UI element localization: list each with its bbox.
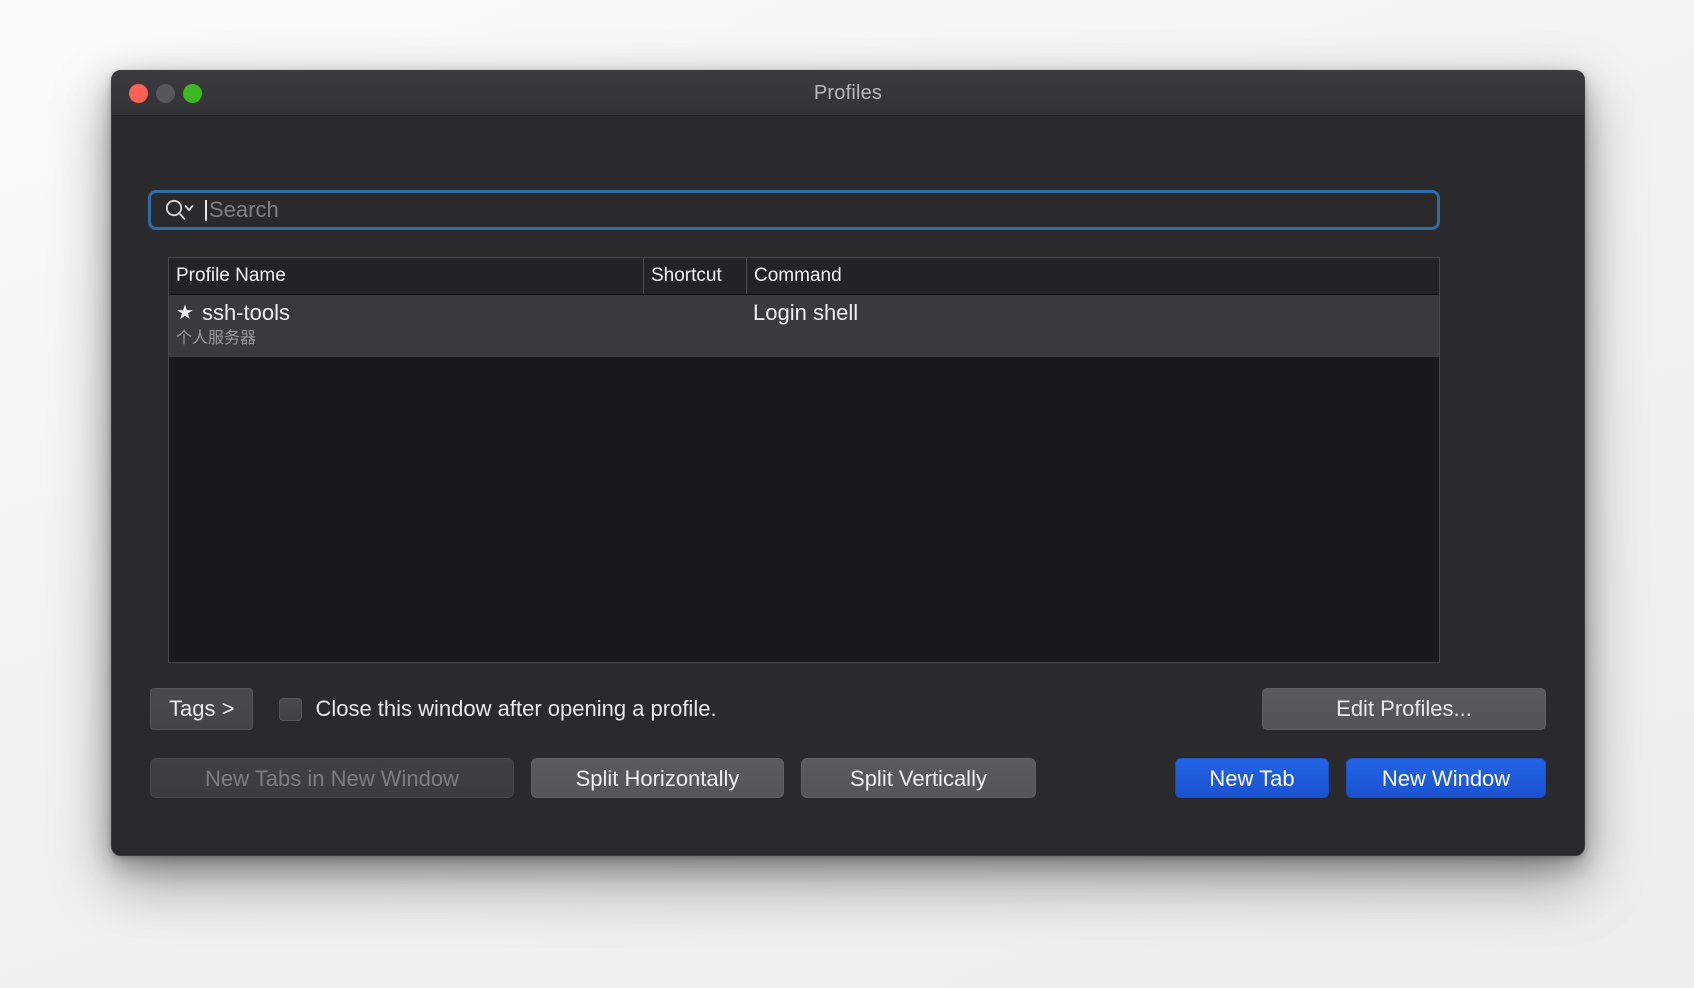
column-header-shortcut[interactable]: Shortcut [643,258,746,294]
text-cursor [205,199,207,221]
window-title: Profiles [813,81,883,104]
star-icon: ★ [176,302,194,324]
options-row: Tags > Close this window after opening a… [150,687,1546,731]
profiles-table: Profile Name Shortcut Command ★ ssh-tool… [168,257,1440,663]
window-titlebar: Profiles [112,71,1584,116]
profiles-window: Profiles Search Profile Name Shortcut Co… [111,70,1585,856]
table-row[interactable]: ★ ssh-tools 个人服务器 Login shell [169,295,1439,357]
table-body: ★ ssh-tools 个人服务器 Login shell [169,295,1439,662]
window-content: Search Profile Name Shortcut Command ★ s… [112,116,1584,855]
search-placeholder: Search [209,197,279,222]
split-horizontally-button[interactable]: Split Horizontally [531,758,784,798]
search-icon[interactable] [163,197,197,223]
action-buttons-bar: New Tabs in New Window Split Horizontall… [150,756,1546,800]
new-window-button[interactable]: New Window [1346,758,1546,798]
minimize-window-button[interactable] [156,83,175,103]
profile-name-line: ★ ssh-tools [176,299,643,327]
column-header-command[interactable]: Command [746,258,1439,294]
tags-button[interactable]: Tags > [150,688,254,730]
edit-profiles-button[interactable]: Edit Profiles... [1262,688,1546,730]
close-window-checkbox[interactable] [279,697,303,721]
traffic-lights [129,83,202,103]
new-tab-button[interactable]: New Tab [1175,758,1329,798]
close-window-checkbox-label[interactable]: Close this window after opening a profil… [315,696,716,722]
cell-profile-name: ★ ssh-tools 个人服务器 [169,299,643,350]
close-window-button[interactable] [129,83,148,103]
new-tabs-in-new-window-button[interactable]: New Tabs in New Window [150,758,514,798]
split-vertically-button[interactable]: Split Vertically [801,758,1036,798]
table-header-row: Profile Name Shortcut Command [169,258,1439,295]
column-header-profile-name[interactable]: Profile Name [169,258,643,294]
profile-subtitle: 个人服务器 [176,330,257,347]
cell-command: Login shell [753,300,859,325]
search-field-inner[interactable]: Search [153,195,1435,225]
search-field[interactable]: Search [148,190,1440,230]
maximize-window-button[interactable] [183,83,202,103]
profile-name-text: ssh-tools [201,300,290,325]
